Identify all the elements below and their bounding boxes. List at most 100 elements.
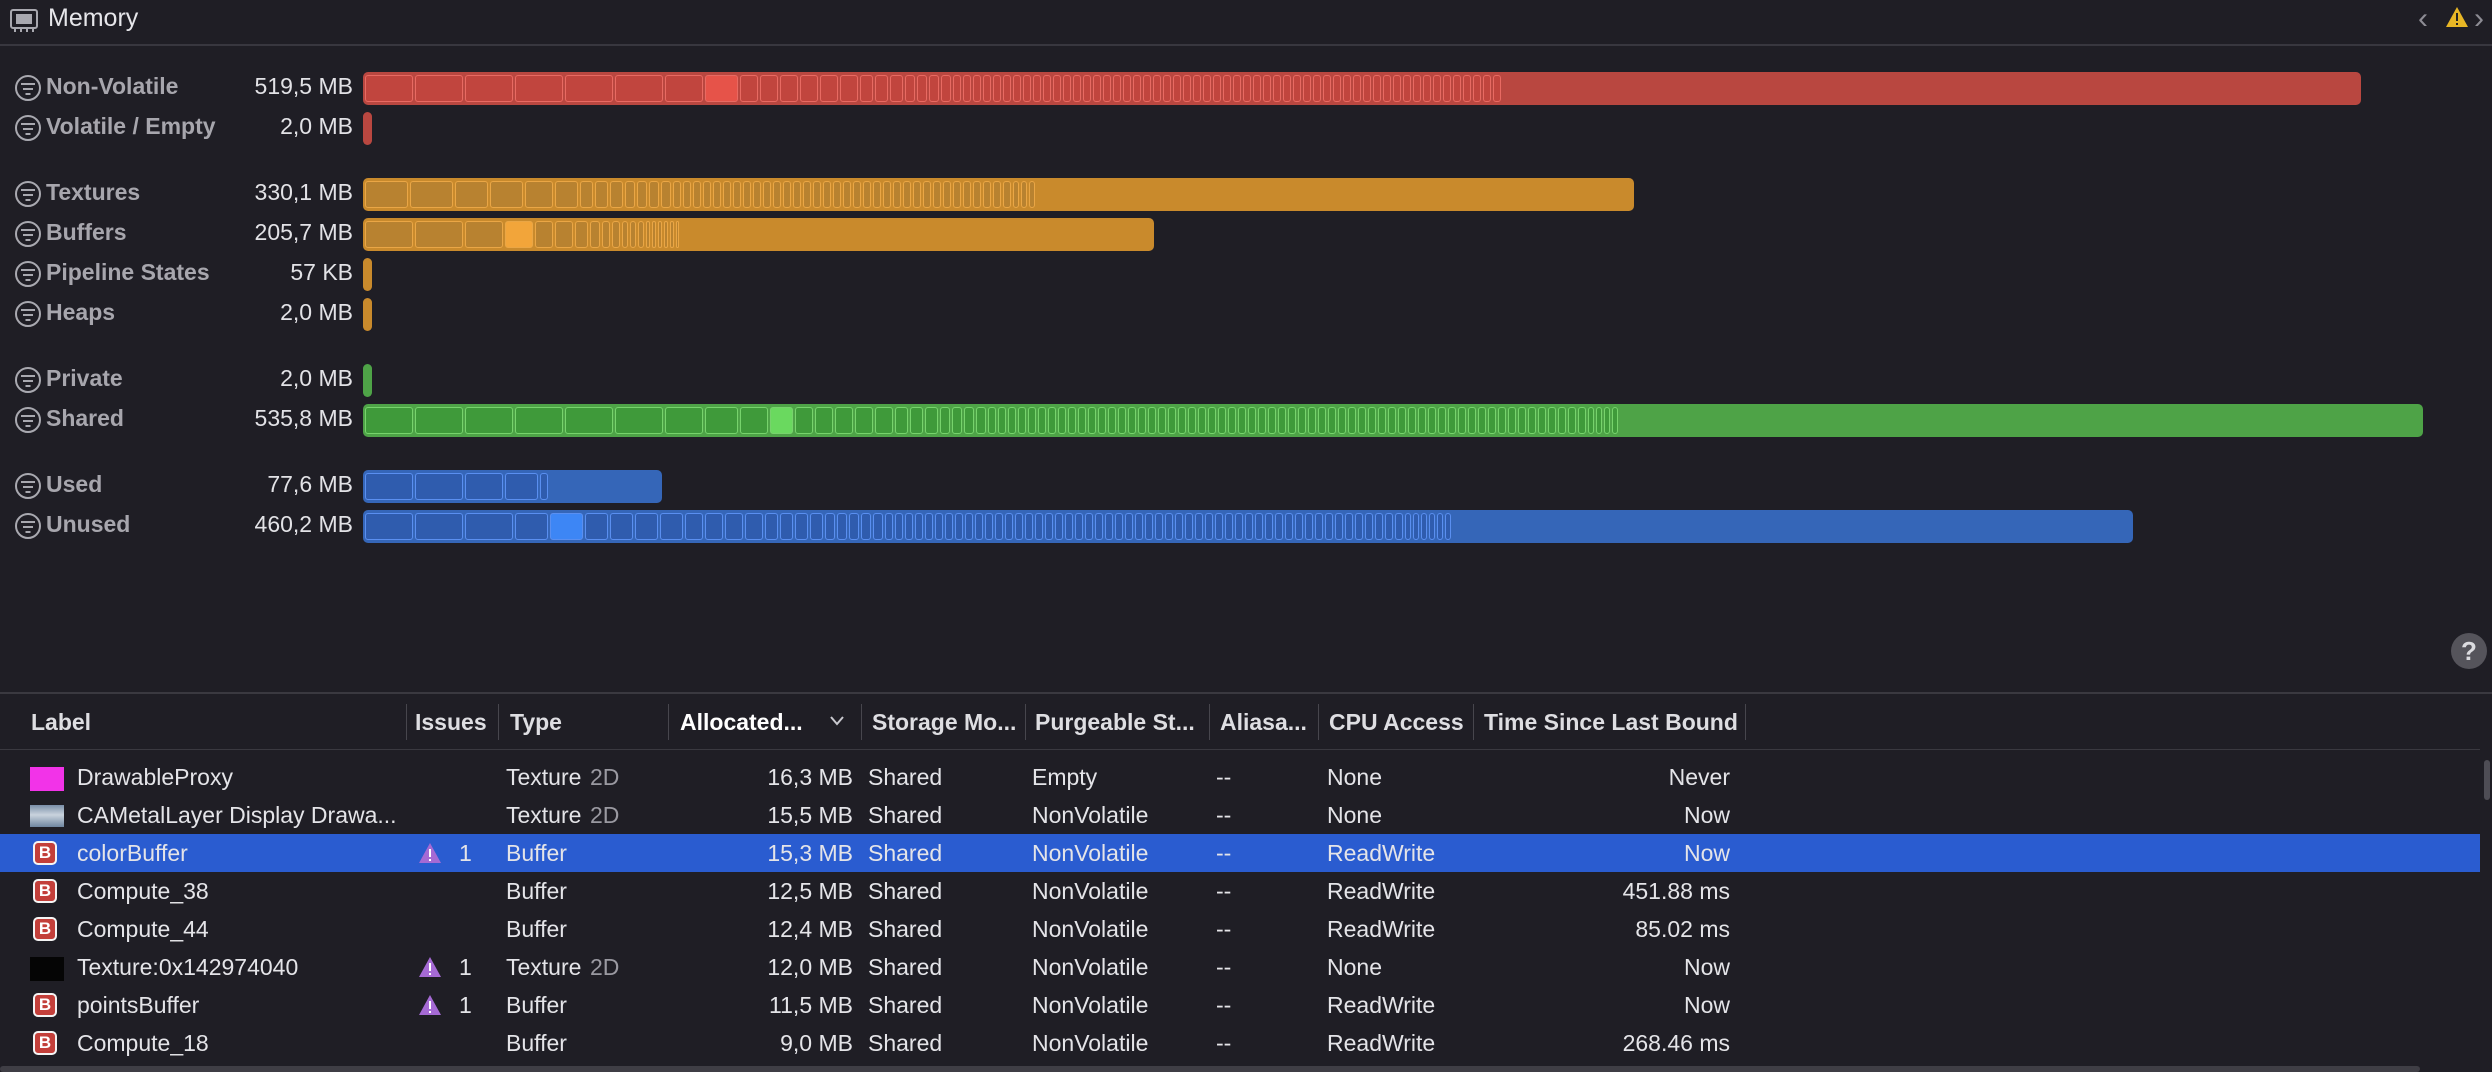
memory-allocation-block[interactable]: [1163, 75, 1171, 102]
memory-allocation-block[interactable]: [1275, 513, 1283, 540]
memory-allocation-block[interactable]: [1265, 513, 1273, 540]
memory-allocation-block[interactable]: [515, 75, 563, 102]
memory-allocation-block[interactable]: [853, 181, 861, 208]
memory-allocation-block[interactable]: [1138, 407, 1146, 434]
memory-allocation-block[interactable]: [1538, 407, 1546, 434]
memory-allocation-block[interactable]: [649, 181, 659, 208]
memory-allocation-block[interactable]: [1255, 513, 1263, 540]
memory-allocation-block[interactable]: [1105, 513, 1113, 540]
memory-allocation-block[interactable]: [1328, 407, 1336, 434]
memory-bar-heaps[interactable]: [363, 298, 372, 331]
memory-allocation-block[interactable]: [917, 75, 927, 102]
memory-allocation-block[interactable]: [1048, 407, 1056, 434]
memory-allocation-block[interactable]: [1021, 181, 1027, 208]
memory-allocation-block[interactable]: [1029, 181, 1035, 208]
filter-icon[interactable]: [15, 473, 41, 499]
memory-allocation-block[interactable]: [783, 181, 791, 208]
memory-allocation-block[interactable]: [1335, 513, 1343, 540]
memory-allocation-block[interactable]: [793, 181, 801, 208]
memory-allocation-block[interactable]: [1437, 513, 1443, 540]
memory-allocation-block[interactable]: [1195, 513, 1203, 540]
memory-allocation-block[interactable]: [1148, 407, 1156, 434]
column-divider[interactable]: [668, 704, 669, 740]
memory-allocation-block[interactable]: [890, 75, 903, 102]
memory-allocation-block[interactable]: [1115, 513, 1123, 540]
memory-allocation-block[interactable]: [1038, 407, 1046, 434]
memory-allocation-block[interactable]: [863, 181, 871, 208]
memory-allocation-block[interactable]: [415, 407, 463, 434]
memory-allocation-block[interactable]: [1225, 513, 1233, 540]
memory-allocation-block[interactable]: [1008, 407, 1016, 434]
column-divider[interactable]: [1025, 704, 1026, 740]
table-row[interactable]: BpointsBuffer 1 Buffer 11,5 MB Shared NonVola…: [0, 986, 2480, 1024]
memory-allocation-block[interactable]: [1013, 181, 1019, 208]
memory-allocation-block[interactable]: [1604, 407, 1610, 434]
memory-allocation-block[interactable]: [840, 75, 858, 102]
memory-allocation-block[interactable]: [1145, 513, 1153, 540]
memory-allocation-block[interactable]: [964, 407, 974, 434]
memory-allocation-block[interactable]: [803, 181, 811, 208]
memory-allocation-block[interactable]: [1118, 407, 1126, 434]
memory-allocation-block[interactable]: [1428, 407, 1436, 434]
memory-allocation-block[interactable]: [905, 513, 913, 540]
memory-allocation-block[interactable]: [973, 75, 981, 102]
warning-icon[interactable]: [2445, 6, 2469, 28]
memory-allocation-block[interactable]: [815, 407, 833, 434]
memory-allocation-block[interactable]: [1413, 513, 1419, 540]
memory-allocation-block[interactable]: [995, 513, 1003, 540]
filter-icon[interactable]: [15, 367, 41, 393]
memory-allocation-block[interactable]: [630, 221, 636, 248]
memory-allocation-block[interactable]: [1528, 407, 1536, 434]
memory-allocation-block[interactable]: [800, 75, 818, 102]
memory-row-shared[interactable]: Shared 535,8 MB: [0, 402, 2492, 438]
memory-allocation-block[interactable]: [820, 75, 838, 102]
memory-allocation-block[interactable]: [1135, 513, 1143, 540]
memory-row-nonvolatile[interactable]: Non-Volatile 519,5 MB: [0, 70, 2492, 106]
memory-allocation-block[interactable]: [860, 75, 873, 102]
memory-allocation-block[interactable]: [952, 407, 962, 434]
memory-allocation-block[interactable]: [415, 513, 463, 540]
memory-allocation-block[interactable]: [455, 181, 488, 208]
memory-allocation-block[interactable]: [705, 75, 738, 102]
memory-allocation-block[interactable]: [1445, 513, 1451, 540]
memory-allocation-block[interactable]: [365, 221, 413, 248]
memory-allocation-block[interactable]: [1203, 75, 1211, 102]
memory-allocation-block[interactable]: [1315, 513, 1323, 540]
memory-allocation-block[interactable]: [1548, 407, 1556, 434]
memory-allocation-block[interactable]: [646, 221, 650, 248]
memory-allocation-block[interactable]: [725, 513, 743, 540]
memory-allocation-block[interactable]: [1183, 75, 1191, 102]
memory-row-pipeline[interactable]: Pipeline States 57 KB: [0, 256, 2492, 292]
memory-allocation-block[interactable]: [903, 181, 911, 208]
memory-allocation-block[interactable]: [740, 75, 758, 102]
memory-allocation-block[interactable]: [1368, 407, 1376, 434]
column-header-label[interactable]: Label: [31, 709, 91, 736]
memory-allocation-block[interactable]: [1612, 407, 1618, 434]
memory-allocation-block[interactable]: [1093, 75, 1101, 102]
memory-allocation-block[interactable]: [595, 181, 608, 208]
memory-allocation-block[interactable]: [661, 181, 671, 208]
memory-allocation-block[interactable]: [760, 75, 778, 102]
memory-allocation-block[interactable]: [915, 513, 923, 540]
memory-allocation-block[interactable]: [1403, 75, 1411, 102]
memory-bar-private[interactable]: [363, 364, 372, 397]
memory-allocation-block[interactable]: [943, 181, 951, 208]
memory-allocation-block[interactable]: [1015, 513, 1023, 540]
memory-allocation-block[interactable]: [658, 221, 662, 248]
memory-allocation-block[interactable]: [1068, 407, 1076, 434]
memory-allocation-block[interactable]: [1238, 407, 1246, 434]
memory-allocation-block[interactable]: [1578, 407, 1586, 434]
memory-allocation-block[interactable]: [745, 513, 763, 540]
memory-allocation-block[interactable]: [1395, 513, 1403, 540]
memory-allocation-block[interactable]: [895, 407, 908, 434]
memory-allocation-block[interactable]: [1123, 75, 1131, 102]
memory-allocation-block[interactable]: [365, 473, 413, 500]
memory-allocation-block[interactable]: [505, 221, 533, 248]
memory-bar-pipeline[interactable]: [363, 258, 372, 291]
memory-bar-used[interactable]: [363, 470, 662, 503]
memory-allocation-block[interactable]: [743, 181, 751, 208]
memory-allocation-block[interactable]: [625, 181, 635, 208]
memory-allocation-block[interactable]: [1558, 407, 1566, 434]
memory-allocation-block[interactable]: [1421, 513, 1427, 540]
memory-allocation-block[interactable]: [1235, 513, 1243, 540]
